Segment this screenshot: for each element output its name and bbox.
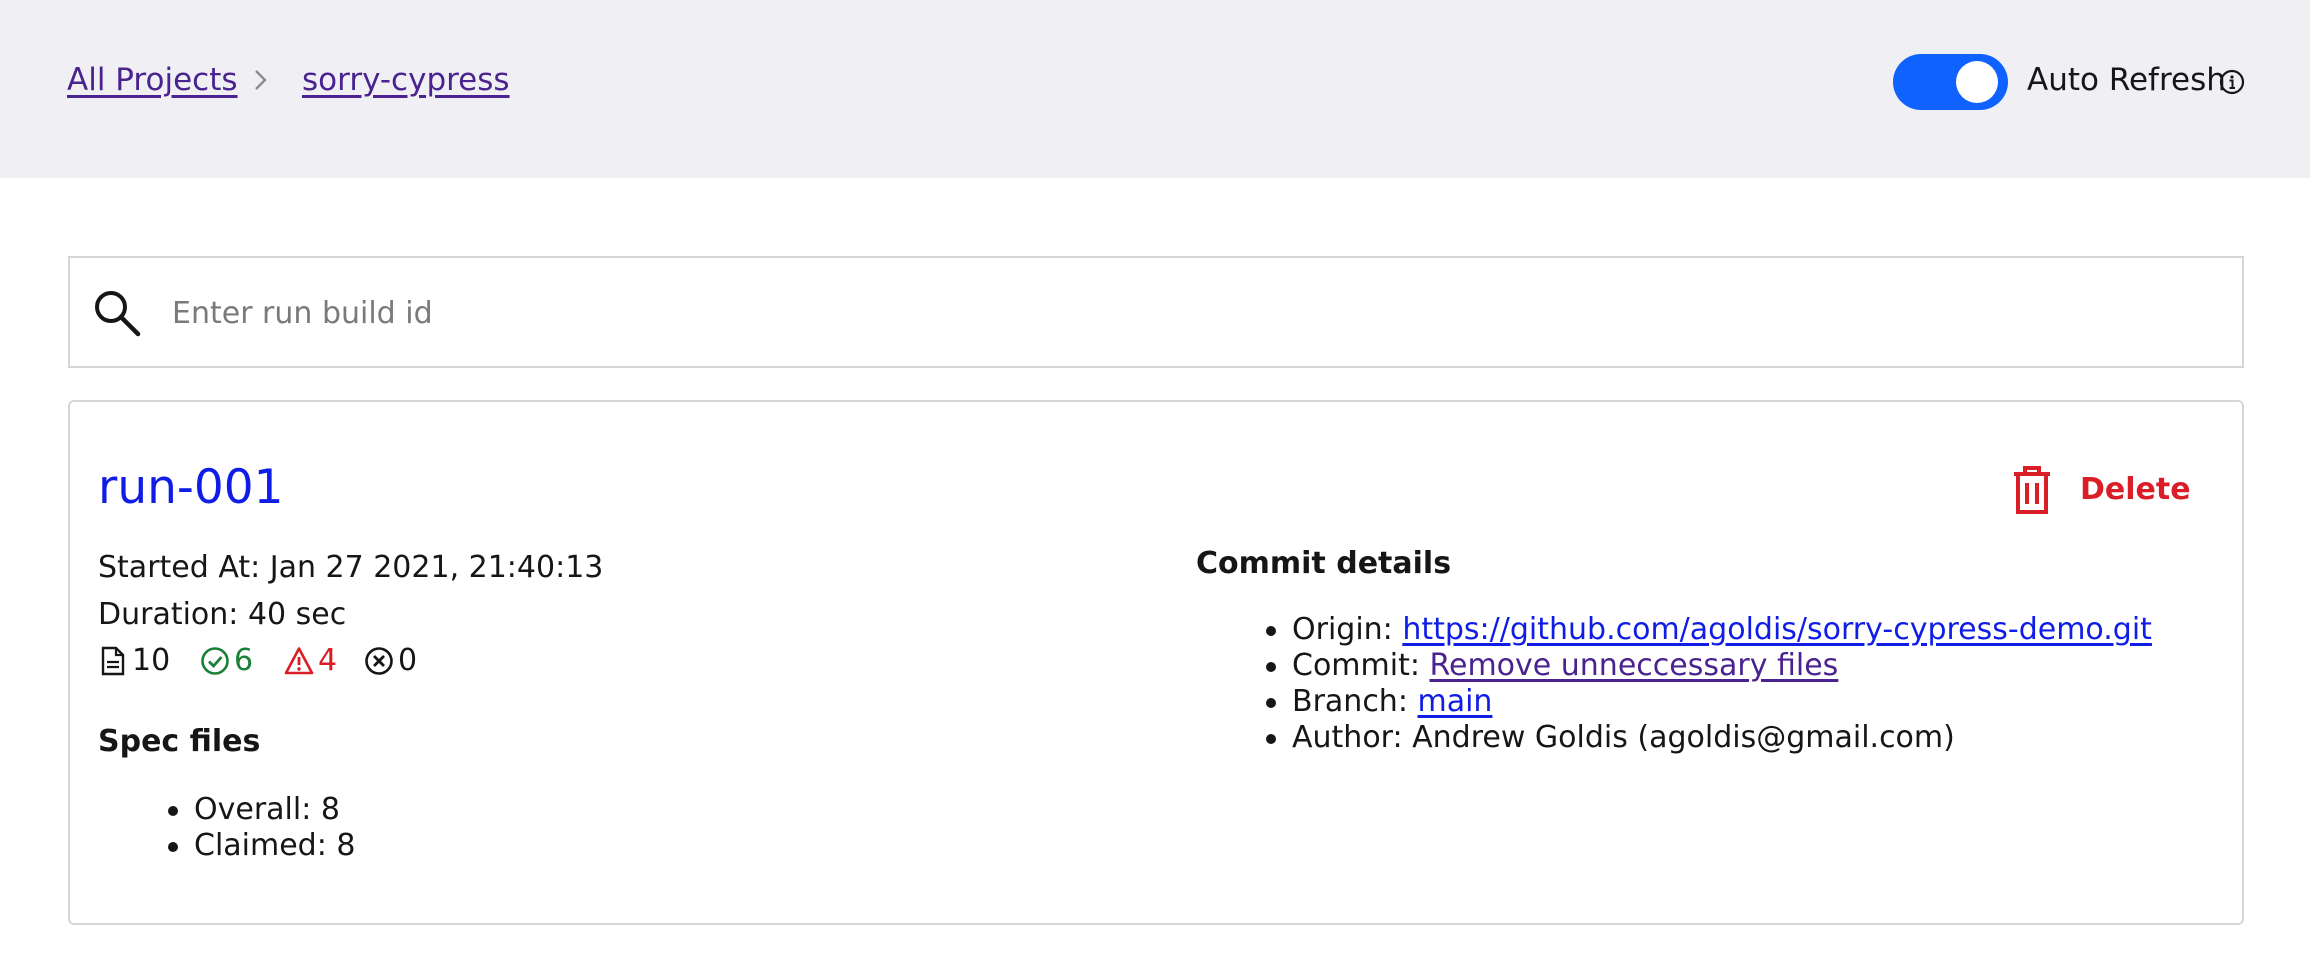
failed-count: 4 [318, 643, 338, 678]
search-icon [95, 291, 141, 337]
duration: Duration: 40 sec [98, 597, 347, 632]
skipped-count: 0 [398, 643, 418, 678]
run-card: run-001 Delete Started At: Jan 27 2021, … [68, 400, 2244, 925]
commit-author: Author: Andrew Goldis (agoldis@gmail.com… [1266, 720, 2152, 756]
trash-icon [2014, 466, 2050, 514]
spec-files-heading: Spec files [98, 724, 261, 759]
commit-link[interactable]: Remove unneccessary files [1430, 648, 1839, 683]
commit-origin: Origin: https://github.com/agoldis/sorry… [1266, 612, 2152, 648]
passed-count: 6 [234, 643, 254, 678]
info-icon[interactable] [2219, 69, 2245, 95]
chevron-right-icon [255, 70, 267, 90]
started-at: Started At: Jan 27 2021, 21:40:13 [98, 550, 604, 585]
run-title-link[interactable]: run-001 [98, 460, 284, 515]
commit-label: Commit: [1292, 648, 1430, 683]
branch-label: Branch: [1292, 684, 1418, 719]
breadcrumb-all-projects[interactable]: All Projects [67, 62, 238, 98]
check-circle-icon [201, 647, 229, 675]
spec-claimed: Claimed: 8 [167, 828, 356, 863]
delete-button[interactable]: Delete [2010, 462, 2210, 522]
spec-overall: Overall: 8 [167, 792, 355, 828]
x-circle-icon [365, 647, 393, 675]
origin-link[interactable]: https://github.com/agoldis/sorry-cypress… [1402, 612, 2152, 647]
auto-refresh-label: Auto Refresh [2027, 62, 2226, 98]
search-box [68, 256, 2244, 368]
breadcrumb-project[interactable]: sorry-cypress [302, 62, 510, 98]
commit-branch: Branch: main [1266, 684, 2152, 720]
tests-count: 10 [132, 643, 171, 678]
toggle-knob [1956, 61, 1998, 103]
search-input[interactable] [170, 278, 2214, 348]
commit-message: Commit: Remove unneccessary files [1266, 648, 2152, 684]
delete-label: Delete [2080, 472, 2191, 507]
commit-details-heading: Commit details [1196, 546, 1452, 581]
run-stats: 10 6 4 0 [98, 642, 498, 682]
commit-details-list: Origin: https://github.com/agoldis/sorry… [1266, 612, 2152, 756]
branch-link[interactable]: main [1417, 684, 1492, 719]
top-bar: All Projects sorry-cypress Auto Refresh [0, 0, 2310, 178]
auto-refresh-toggle[interactable] [1893, 54, 2008, 110]
document-icon [101, 646, 125, 676]
origin-label: Origin: [1292, 612, 1403, 647]
spec-files-list: Overall: 8 Claimed: 8 [167, 792, 356, 864]
warning-icon [284, 647, 314, 675]
